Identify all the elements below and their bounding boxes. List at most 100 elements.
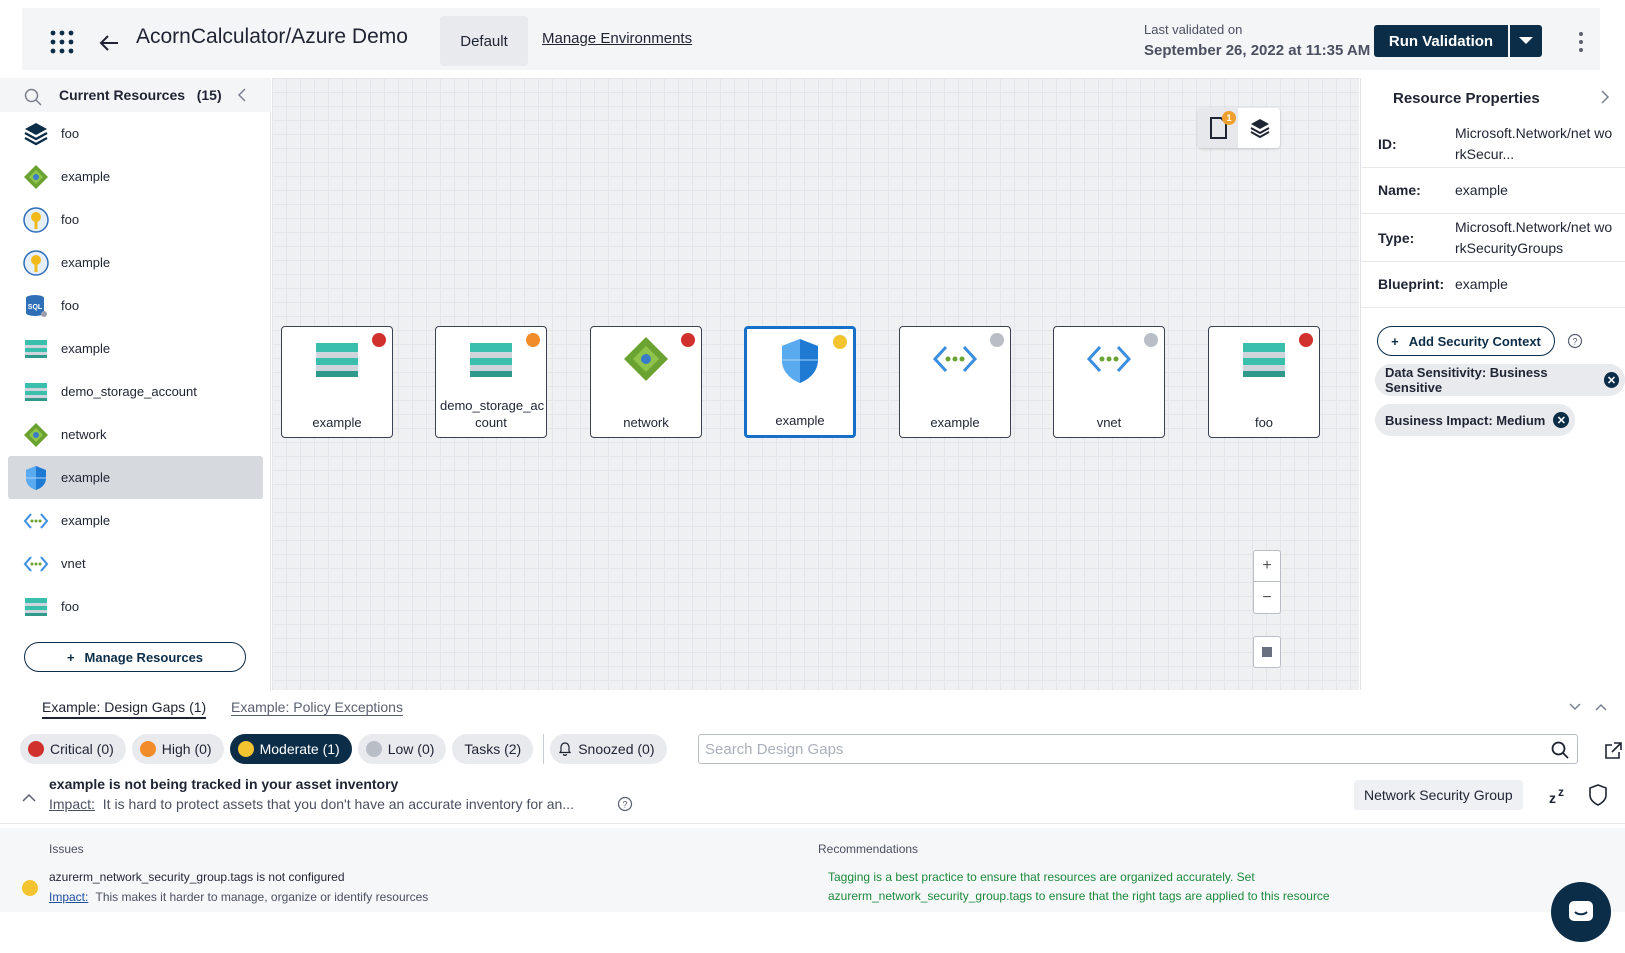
issue-text: azurerm_network_security_group.tags is n… bbox=[49, 870, 345, 884]
storage-icon bbox=[1240, 335, 1288, 383]
diagram-node[interactable]: example bbox=[281, 326, 393, 438]
filter-low[interactable]: Low (0) bbox=[357, 734, 447, 764]
tab-design-gaps[interactable]: Example: Design Gaps (1) bbox=[42, 699, 207, 719]
notifications-button[interactable]: 1 bbox=[1198, 108, 1238, 148]
help-icon[interactable]: ? bbox=[1567, 333, 1583, 349]
search-input[interactable] bbox=[699, 735, 1539, 763]
layers-icon bbox=[22, 120, 50, 148]
search-icon[interactable] bbox=[24, 88, 42, 106]
chevron-left-icon[interactable] bbox=[236, 88, 248, 102]
critical-status-icon bbox=[1299, 333, 1313, 347]
network-diamond-icon bbox=[622, 335, 670, 383]
property-row-type: Type: Microsoft.Network/net workSecurity… bbox=[1361, 214, 1625, 262]
manage-resources-button[interactable]: + Manage Resources bbox=[24, 642, 246, 672]
storage-icon bbox=[22, 335, 50, 363]
shield-icon bbox=[22, 464, 50, 492]
filter-snoozed[interactable]: Snoozed (0) bbox=[550, 734, 667, 764]
caret-down-icon bbox=[1519, 37, 1533, 44]
resource-list-item[interactable]: foo bbox=[8, 585, 263, 628]
diagram-node[interactable]: demo_storage_ac count bbox=[435, 326, 547, 438]
bell-icon bbox=[559, 742, 572, 756]
critical-face-icon bbox=[28, 741, 44, 757]
resource-list-item[interactable]: foo bbox=[8, 198, 263, 241]
chevron-down-icon[interactable] bbox=[1568, 700, 1582, 714]
diagram-node[interactable]: vnet bbox=[1053, 326, 1165, 438]
low-status-icon bbox=[990, 333, 1004, 347]
snooze-icon[interactable]: zz bbox=[1547, 784, 1569, 806]
network-diamond-icon bbox=[22, 421, 50, 449]
tab-policy-exceptions[interactable]: Example: Policy Exceptions bbox=[231, 699, 403, 716]
filter-label: Low (0) bbox=[387, 741, 435, 757]
resource-list-item[interactable]: example bbox=[8, 155, 263, 198]
chevron-up-icon[interactable] bbox=[22, 792, 36, 802]
filter-critical[interactable]: Critical (0) bbox=[20, 734, 126, 764]
filter-label: Tasks (2) bbox=[464, 741, 522, 757]
low-status-icon bbox=[1144, 333, 1158, 347]
run-validation-dropdown[interactable] bbox=[1510, 25, 1542, 57]
chat-launcher-button[interactable] bbox=[1551, 882, 1611, 942]
svg-text:?: ? bbox=[622, 800, 627, 810]
filter-moderate[interactable]: Moderate (1) bbox=[229, 734, 352, 764]
low-face-icon bbox=[365, 741, 382, 757]
back-arrow-icon[interactable] bbox=[98, 32, 120, 54]
manage-environments-link[interactable]: Manage Environments bbox=[542, 30, 692, 47]
node-label: example bbox=[930, 415, 980, 430]
zoom-in-button[interactable]: + bbox=[1253, 550, 1281, 582]
resource-list-item-label: example bbox=[61, 470, 111, 485]
moderate-status-icon bbox=[833, 335, 847, 349]
design-gap-detail: Issues Recommendations azurerm_network_s… bbox=[0, 828, 1625, 912]
environment-tab-default[interactable]: Default bbox=[440, 16, 528, 66]
external-link-icon[interactable] bbox=[1603, 741, 1623, 761]
help-icon[interactable]: ? bbox=[617, 796, 633, 812]
layers-button[interactable] bbox=[1240, 108, 1280, 148]
filter-high[interactable]: High (0) bbox=[131, 734, 224, 764]
fit-view-button[interactable] bbox=[1253, 636, 1281, 668]
svg-text:z: z bbox=[1549, 790, 1556, 806]
recommendation-line: azurerm_network_security_group.tags to e… bbox=[828, 889, 1330, 903]
impact-link[interactable]: Impact: bbox=[49, 796, 95, 812]
design-gap-impact: Impact: It is hard to protect assets tha… bbox=[49, 796, 574, 812]
issue-impact: Impact: This makes it harder to manage, … bbox=[49, 890, 428, 904]
chevron-right-icon[interactable] bbox=[1599, 90, 1611, 104]
resource-list-item[interactable]: vnet bbox=[8, 542, 263, 585]
remove-chip-icon[interactable]: ✕ bbox=[1603, 372, 1619, 388]
resource-list-item[interactable]: network bbox=[8, 413, 263, 456]
filter-divider bbox=[543, 734, 545, 764]
key-vault-icon bbox=[22, 206, 50, 234]
resource-list-item[interactable]: foo bbox=[8, 112, 263, 155]
resource-list-item-label: demo_storage_account bbox=[61, 384, 197, 399]
resource-list-item[interactable]: example bbox=[8, 241, 263, 284]
chevron-up-icon[interactable] bbox=[1594, 700, 1608, 714]
storage-icon bbox=[22, 593, 50, 621]
resource-list-item[interactable]: SQL foo bbox=[8, 284, 263, 327]
resource-list-item-label: network bbox=[61, 427, 107, 442]
shield-outline-icon[interactable] bbox=[1588, 784, 1608, 806]
diagram-canvas[interactable]: 1 example demo_storage_ac count network … bbox=[272, 78, 1359, 690]
impact-text: It is hard to protect assets that you do… bbox=[102, 796, 574, 812]
diagram-node-selected[interactable]: example bbox=[744, 326, 856, 438]
resource-list-item-label: foo bbox=[61, 126, 80, 141]
filter-tasks[interactable]: Tasks (2) bbox=[452, 734, 534, 764]
more-options-icon[interactable] bbox=[1576, 30, 1586, 54]
impact-link[interactable]: Impact: bbox=[49, 890, 88, 904]
apps-grid-icon[interactable] bbox=[50, 30, 74, 54]
run-validation-button[interactable]: Run Validation bbox=[1374, 25, 1508, 57]
zoom-out-button[interactable]: − bbox=[1253, 582, 1281, 614]
remove-chip-icon[interactable]: ✕ bbox=[1553, 412, 1570, 428]
resource-list-item[interactable]: example bbox=[8, 499, 263, 542]
add-security-context-button[interactable]: + Add Security Context bbox=[1377, 326, 1555, 356]
property-value: Microsoft.Network/net workSecur... bbox=[1455, 125, 1613, 162]
design-gap-row[interactable]: example is not being tracked in your ass… bbox=[0, 772, 1625, 824]
diagram-node[interactable]: example bbox=[899, 326, 1011, 438]
resource-list-item[interactable]: example bbox=[8, 327, 263, 370]
search-icon[interactable] bbox=[1551, 741, 1569, 759]
property-key: Type: bbox=[1378, 230, 1415, 246]
resource-list-item-selected[interactable]: example bbox=[8, 456, 263, 499]
resource-list-item[interactable]: demo_storage_account bbox=[8, 370, 263, 413]
diagram-node[interactable]: network bbox=[590, 326, 702, 438]
resource-list-item-label: example bbox=[61, 169, 111, 184]
vnet-icon bbox=[1085, 335, 1133, 383]
node-label: demo_storage_ac count bbox=[440, 398, 545, 430]
diagram-node[interactable]: foo bbox=[1208, 326, 1320, 438]
filter-label: Critical (0) bbox=[50, 741, 114, 757]
